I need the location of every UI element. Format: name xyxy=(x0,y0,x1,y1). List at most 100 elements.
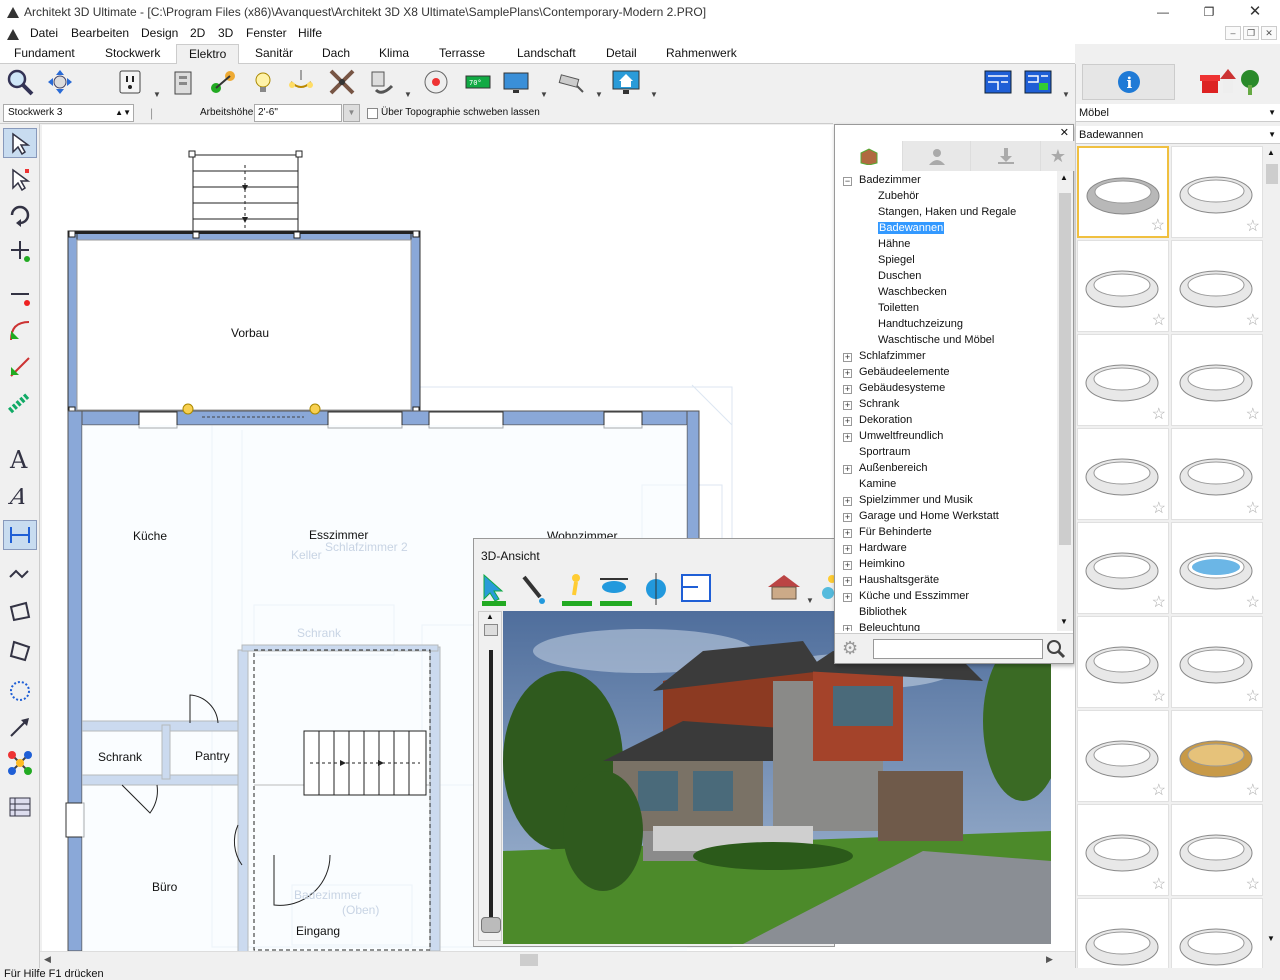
object-thumbnail[interactable]: ☆ xyxy=(1077,522,1169,614)
line-tool-icon[interactable] xyxy=(3,352,37,382)
favorite-star-icon[interactable]: ☆ xyxy=(1246,501,1260,517)
tree-group[interactable]: Für Behinderte xyxy=(859,526,932,538)
phone-icon[interactable] xyxy=(366,66,398,98)
smart-home-dropdown-icon[interactable]: ▼ xyxy=(650,90,658,99)
object-thumbnail[interactable]: ☆ xyxy=(1171,146,1263,238)
slider-up-icon[interactable]: ▲ xyxy=(486,612,494,621)
wall-chain-icon[interactable] xyxy=(3,388,37,418)
wiring-icon[interactable] xyxy=(206,66,238,98)
arrow-tool-icon[interactable] xyxy=(3,712,37,742)
camera-dropdown-icon[interactable]: ▼ xyxy=(595,90,603,99)
chandelier-icon[interactable] xyxy=(285,66,317,98)
tree-group[interactable]: Gebäudesysteme xyxy=(859,382,945,394)
outlet-icon[interactable] xyxy=(114,66,146,98)
tree-group[interactable]: Heimkino xyxy=(859,558,905,570)
object-thumbnail[interactable]: ☆ xyxy=(1171,616,1263,708)
tree-group[interactable]: Schrank xyxy=(859,398,899,410)
tree-group[interactable]: Garage und Home Werkstatt xyxy=(859,510,999,522)
tree-expand-icon[interactable]: + xyxy=(843,497,852,506)
tab-klima[interactable]: Klima xyxy=(377,44,411,64)
tab-sanitaer[interactable]: Sanitär xyxy=(253,44,295,64)
object-thumbnail[interactable]: ☆ xyxy=(1171,710,1263,802)
tree-expand-icon[interactable]: + xyxy=(843,577,852,586)
display-panel-icon[interactable]: 70° xyxy=(462,66,494,98)
shape-icon[interactable] xyxy=(3,596,37,626)
object-thumbnail[interactable]: ☆ xyxy=(1171,898,1263,968)
tree-expand-icon[interactable]: + xyxy=(843,465,852,474)
3d-select-icon[interactable] xyxy=(482,573,506,606)
tree-group[interactable]: Haushaltsgeräte xyxy=(859,574,939,586)
tab-rahmenwerk[interactable]: Rahmenwerk xyxy=(664,44,739,64)
slider-mode-icon[interactable] xyxy=(484,624,498,636)
tree-group[interactable]: Außenbereich xyxy=(859,462,928,474)
tree-group[interactable]: Sportraum xyxy=(859,446,910,458)
tree-item[interactable]: Hähne xyxy=(878,238,910,250)
favorite-star-icon[interactable]: ☆ xyxy=(1246,877,1260,893)
menu-design[interactable]: Design xyxy=(141,26,178,40)
tree-group[interactable]: Beleuchtung xyxy=(859,622,920,631)
split-view-icon[interactable] xyxy=(1022,66,1054,98)
object-thumbnail[interactable]: ☆ xyxy=(1077,710,1169,802)
angled-text-icon[interactable]: A xyxy=(3,480,37,510)
polygon-icon[interactable] xyxy=(3,636,37,666)
zoom-icon[interactable] xyxy=(4,66,36,98)
switch-panel-icon[interactable] xyxy=(167,66,199,98)
tab-dach[interactable]: Dach xyxy=(320,44,352,64)
favorite-star-icon[interactable]: ☆ xyxy=(1152,313,1166,329)
close-button[interactable]: ✕ xyxy=(1232,0,1278,24)
walkthrough-icon[interactable] xyxy=(562,574,592,606)
catalog-tab-user[interactable] xyxy=(903,141,971,171)
tree-expand-icon[interactable]: + xyxy=(843,513,852,522)
phone-dropdown-icon[interactable]: ▼ xyxy=(404,90,412,99)
favorite-star-icon[interactable]: ☆ xyxy=(1246,407,1260,423)
favorite-star-icon[interactable]: ☆ xyxy=(1246,689,1260,705)
dimension-icon[interactable] xyxy=(3,520,37,550)
catalog-close-icon[interactable]: ✕ xyxy=(1060,126,1069,139)
library-scrollbar[interactable]: ▲ ▼ xyxy=(1264,146,1280,950)
rotate-icon[interactable] xyxy=(3,200,37,230)
tree-group[interactable]: Dekoration xyxy=(859,414,912,426)
helicopter-icon[interactable] xyxy=(600,578,632,606)
scroll-thumb[interactable] xyxy=(520,954,538,966)
catalog-tab-download[interactable] xyxy=(971,141,1041,171)
slider-thumb[interactable] xyxy=(481,917,501,933)
thermostat-icon[interactable] xyxy=(420,66,452,98)
favorite-star-icon[interactable]: ☆ xyxy=(1151,218,1165,234)
floor-plan-view-icon[interactable] xyxy=(982,66,1014,98)
tree-group[interactable]: Gebäudeelemente xyxy=(859,366,950,378)
object-thumbnail[interactable]: ☆ xyxy=(1077,240,1169,332)
tv-dropdown-icon[interactable]: ▼ xyxy=(540,90,548,99)
tv-icon[interactable] xyxy=(500,66,532,98)
menu-2d[interactable]: 2D xyxy=(190,26,205,40)
mdi-close-button[interactable]: ✕ xyxy=(1261,26,1277,40)
view-dropdown-icon[interactable]: ▼ xyxy=(1062,90,1070,99)
tree-collapse-icon[interactable]: − xyxy=(843,177,852,186)
catalog-search-input[interactable] xyxy=(873,639,1043,659)
tab-terrasse[interactable]: Terrasse xyxy=(437,44,487,64)
tree-expand-icon[interactable]: + xyxy=(843,433,852,442)
mdi-minimize-button[interactable]: – xyxy=(1225,26,1241,40)
filmstrip-icon[interactable] xyxy=(3,792,37,822)
ceiling-fan-icon[interactable] xyxy=(326,66,358,98)
object-thumbnail[interactable]: ☆ xyxy=(1171,804,1263,896)
select-points-icon[interactable] xyxy=(3,164,37,194)
tree-expand-icon[interactable]: + xyxy=(843,529,852,538)
dotted-selection-icon[interactable] xyxy=(3,676,37,706)
tree-expand-icon[interactable]: + xyxy=(843,353,852,362)
break-line-icon[interactable] xyxy=(3,560,37,590)
scroll-left-icon[interactable]: ◀ xyxy=(44,954,51,965)
floor-plan-toggle-icon[interactable] xyxy=(681,574,711,602)
remove-point-icon[interactable] xyxy=(3,280,37,310)
favorite-star-icon[interactable]: ☆ xyxy=(1152,689,1166,705)
scroll-right-icon[interactable]: ▶ xyxy=(1046,954,1053,965)
tree-group[interactable]: Bibliothek xyxy=(859,606,907,618)
tree-scroll-thumb[interactable] xyxy=(1059,193,1071,545)
outlet-dropdown-icon[interactable]: ▼ xyxy=(153,90,161,99)
menu-hilfe[interactable]: Hilfe xyxy=(298,26,322,40)
category-select[interactable]: Möbel ▼ xyxy=(1076,104,1280,122)
tree-group[interactable]: Spielzimmer und Musik xyxy=(859,494,973,506)
favorite-star-icon[interactable]: ☆ xyxy=(1152,595,1166,611)
add-point-icon[interactable] xyxy=(3,236,37,266)
smart-home-icon[interactable] xyxy=(610,66,642,98)
favorite-star-icon[interactable]: ☆ xyxy=(1152,407,1166,423)
